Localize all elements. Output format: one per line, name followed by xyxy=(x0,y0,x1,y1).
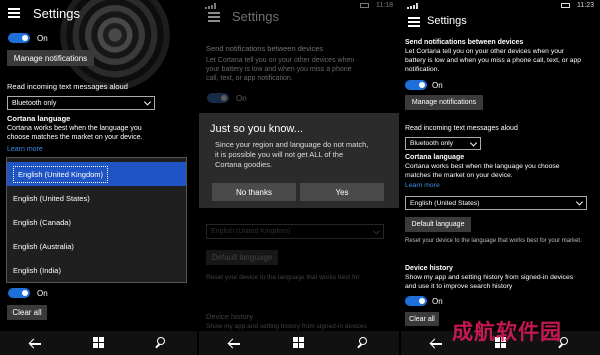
cortana-description: Cortana works best when the language you xyxy=(7,125,142,132)
language-select[interactable]: English (United States) xyxy=(405,196,587,210)
cortana-description: matches the market on your device. xyxy=(405,172,513,179)
device-history-toggle[interactable] xyxy=(405,296,427,306)
hamburger-icon[interactable] xyxy=(408,17,420,27)
learn-more-link[interactable]: Learn more xyxy=(7,145,43,154)
windows-icon[interactable] xyxy=(92,337,105,349)
dialog-title: Just so you know... xyxy=(210,123,303,135)
yes-button[interactable]: Yes xyxy=(300,183,384,201)
toggle-label: On xyxy=(37,34,48,43)
select-value: Bluetooth only xyxy=(410,140,454,147)
phone-screen-2: 11:18 Settings Send notifications betwee… xyxy=(199,0,399,355)
language-option[interactable]: English (Australia) xyxy=(7,234,186,258)
nav-bar xyxy=(0,331,197,355)
read-messages-select[interactable]: Bluetooth only xyxy=(7,96,155,110)
cortana-description: Cortana works best when the language you… xyxy=(405,163,560,170)
dialog-body: Since your region and language do not ma… xyxy=(215,140,369,169)
language-dropdown-list[interactable]: English (United Kingdom) English (United… xyxy=(6,157,187,283)
watermark-text: 成航软件园 xyxy=(452,320,562,344)
page-title: Settings xyxy=(33,6,80,21)
read-messages-select[interactable]: Bluetooth only xyxy=(405,137,481,150)
phone-screen-3: 11:23 Settings Send notifications betwee… xyxy=(401,0,600,355)
back-icon[interactable] xyxy=(28,337,42,349)
no-thanks-button[interactable]: No thanks xyxy=(212,183,296,201)
back-icon[interactable] xyxy=(429,337,443,349)
windows-icon[interactable] xyxy=(293,337,305,349)
device-history-heading: Device history xyxy=(405,265,453,272)
phone-screen-1: Settings On Manage notifications Read in… xyxy=(0,0,197,355)
clock: 11:23 xyxy=(577,2,594,9)
language-option[interactable]: English (United States) xyxy=(7,186,186,210)
send-notifications-desc: battery is low and when you miss a phone… xyxy=(405,57,582,64)
toggle-label: On xyxy=(37,289,48,298)
nav-bar xyxy=(199,331,399,355)
search-icon[interactable] xyxy=(153,337,167,349)
learn-more-link[interactable]: Learn more xyxy=(405,181,440,190)
device-history-desc: and use it to improve search history xyxy=(405,283,513,290)
read-messages-label: Read incoming text messages aloud xyxy=(7,82,128,91)
language-option[interactable]: English (United Kingdom) xyxy=(7,162,186,186)
send-notifications-toggle[interactable] xyxy=(405,80,427,90)
manage-notifications-button[interactable]: Manage notifications xyxy=(7,50,94,66)
cortana-description: choose matches the market on your device… xyxy=(7,134,143,141)
language-mismatch-dialog: Just so you know... Since your region an… xyxy=(199,113,399,208)
device-history-desc: Show my app and setting history from sig… xyxy=(405,274,574,281)
notifications-toggle[interactable] xyxy=(8,33,30,43)
send-notifications-desc: notification. xyxy=(405,66,440,73)
clear-all-button[interactable]: Clear all xyxy=(7,305,47,320)
toggle-label: On xyxy=(432,297,443,306)
language-option[interactable]: English (India) xyxy=(7,258,186,282)
chevron-down-icon xyxy=(575,198,584,206)
toggle-label: On xyxy=(432,81,443,90)
send-notifications-heading: Send notifications between devices xyxy=(405,39,524,46)
hamburger-icon[interactable] xyxy=(8,8,20,18)
language-option[interactable]: English (Canada) xyxy=(7,210,186,234)
read-messages-label: Read incoming text messages aloud xyxy=(405,125,518,132)
select-value: Bluetooth only xyxy=(12,99,57,107)
default-language-button[interactable]: Default language xyxy=(405,217,471,232)
cortana-language-heading: Cortana language xyxy=(7,114,71,123)
battery-icon xyxy=(561,3,570,8)
cortana-language-heading: Cortana language xyxy=(405,154,465,161)
chevron-down-icon xyxy=(143,98,152,106)
chevron-down-icon xyxy=(469,138,478,147)
page-title: Settings xyxy=(427,15,467,27)
select-value: English (United States) xyxy=(410,199,480,207)
back-icon[interactable] xyxy=(227,337,241,349)
manage-notifications-button[interactable]: Manage notifications xyxy=(405,95,483,110)
send-notifications-desc: Let Cortana tell you on your other devic… xyxy=(405,48,565,55)
history-toggle[interactable] xyxy=(8,288,30,298)
reset-language-text: Reset your device to the language that w… xyxy=(405,238,582,244)
search-icon[interactable] xyxy=(355,337,369,349)
signal-icon xyxy=(407,3,419,9)
clear-all-button[interactable]: Clear all xyxy=(405,312,439,326)
status-bar: 11:23 xyxy=(401,0,600,12)
